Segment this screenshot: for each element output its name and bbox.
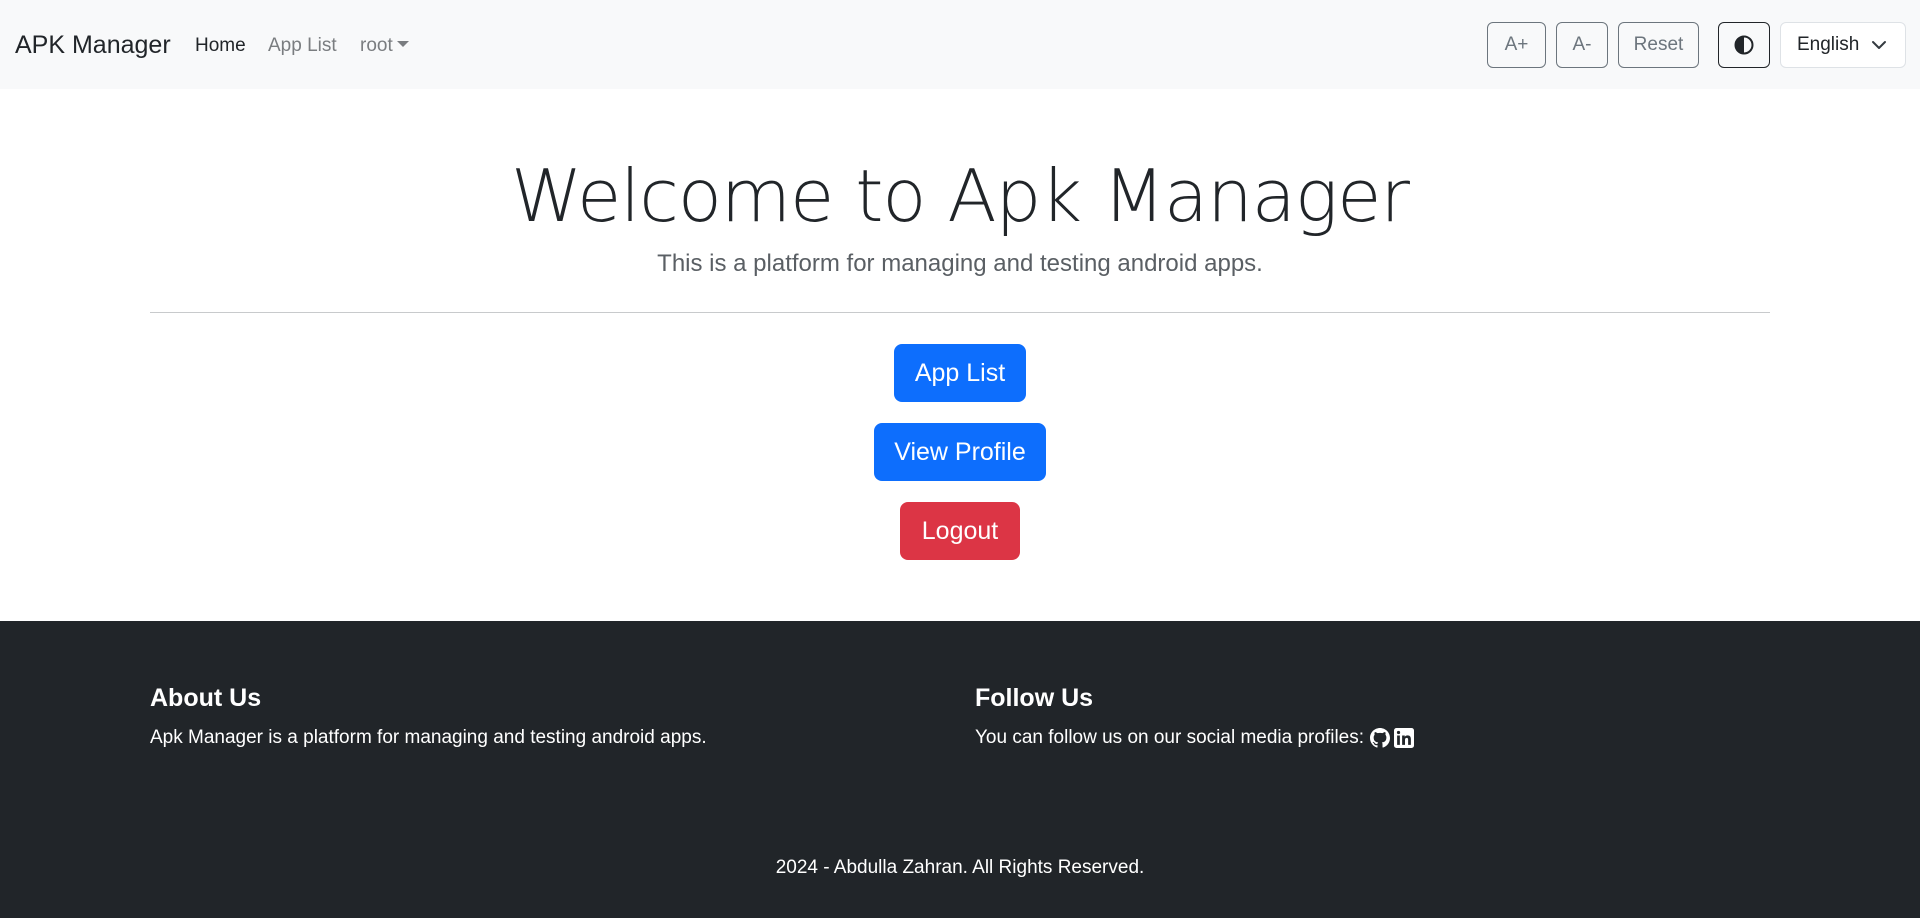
language-select[interactable]: English xyxy=(1780,22,1906,68)
divider xyxy=(150,312,1770,313)
font-decrease-button[interactable]: A- xyxy=(1556,22,1608,68)
follow-us-text: You can follow us on our social media pr… xyxy=(975,727,1365,748)
about-us-text: Apk Manager is a platform for managing a… xyxy=(150,727,707,748)
page-subtitle: This is a platform for managing and test… xyxy=(657,250,1263,277)
font-reset-button[interactable]: Reset xyxy=(1618,22,1699,68)
contrast-toggle-button[interactable] xyxy=(1718,22,1770,68)
app-list-button[interactable]: App List xyxy=(894,344,1026,402)
footer: About Us Apk Manager is a platform for m… xyxy=(0,621,1920,918)
page-title: Welcome to Apk Manager xyxy=(510,154,1410,238)
logout-button[interactable]: Logout xyxy=(900,502,1020,560)
user-dropdown[interactable]: root xyxy=(360,33,409,59)
social-icons xyxy=(1370,728,1415,748)
navbar: APK Manager Home App List root A+ A- Res… xyxy=(0,0,1920,89)
nav-link-app-list[interactable]: App List xyxy=(268,33,337,59)
brand-link[interactable]: APK Manager xyxy=(15,28,171,62)
chevron-down-icon xyxy=(1872,41,1886,49)
user-dropdown-label: root xyxy=(360,35,393,56)
view-profile-button[interactable]: View Profile xyxy=(874,423,1046,481)
about-us-heading: About Us xyxy=(150,684,262,712)
github-icon[interactable] xyxy=(1370,728,1391,748)
caret-down-icon xyxy=(396,41,409,47)
linkedin-icon[interactable] xyxy=(1394,728,1415,748)
follow-us-row: You can follow us on our social media pr… xyxy=(975,725,1415,751)
contrast-icon xyxy=(1734,35,1754,55)
font-increase-button[interactable]: A+ xyxy=(1487,22,1546,68)
language-select-value: English xyxy=(1797,34,1860,55)
copyright-text: 2024 - Abdulla Zahran. All Rights Reserv… xyxy=(775,857,1145,878)
nav-link-home[interactable]: Home xyxy=(195,33,246,59)
follow-us-heading: Follow Us xyxy=(975,684,1094,712)
